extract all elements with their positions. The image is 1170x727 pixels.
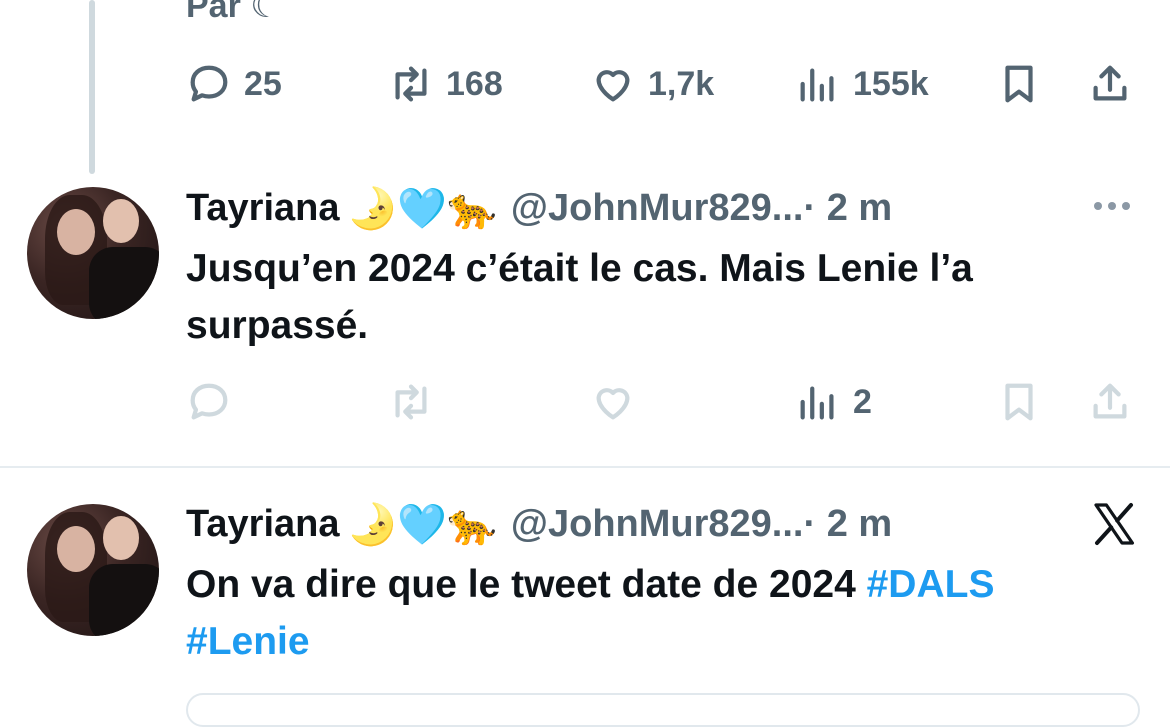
avatar[interactable] bbox=[27, 504, 159, 636]
blue-heart-emoji-icon: 🩵 bbox=[397, 185, 448, 232]
author-emojis: 🌛🩵🐆 bbox=[347, 501, 496, 548]
moon-emoji-icon: 🌛 bbox=[347, 185, 398, 232]
leopard-emoji-icon: 🐆 bbox=[447, 501, 497, 548]
views-button[interactable]: 155k bbox=[795, 59, 929, 109]
share-button[interactable] bbox=[1087, 59, 1133, 109]
leopard-emoji-icon: 🐆 bbox=[447, 185, 497, 232]
avatar[interactable] bbox=[27, 187, 159, 319]
views-count: 155k bbox=[853, 64, 929, 103]
retweet-button[interactable] bbox=[388, 377, 434, 427]
bookmark-button[interactable] bbox=[996, 59, 1042, 109]
author-name[interactable]: Tayriana bbox=[186, 187, 339, 230]
x-logo-icon bbox=[1094, 503, 1134, 545]
share-icon bbox=[1093, 65, 1127, 101]
tweet-timestamp[interactable]: · 2 m bbox=[803, 187, 892, 230]
moon-emoji-icon: 🌛 bbox=[347, 501, 398, 548]
retweet-count: 168 bbox=[446, 64, 503, 103]
share-button[interactable] bbox=[1087, 377, 1133, 427]
embedded-media-card[interactable] bbox=[186, 693, 1140, 727]
retweet-icon bbox=[395, 66, 427, 102]
views-count: 2 bbox=[853, 382, 872, 421]
views-chart-icon bbox=[800, 68, 834, 102]
reply-tweet-action-bar: 2 bbox=[0, 377, 1170, 427]
like-button[interactable]: 1,7k bbox=[590, 59, 714, 109]
more-options-icon[interactable] bbox=[1094, 202, 1130, 210]
bookmark-button[interactable] bbox=[996, 377, 1042, 427]
reply-button[interactable]: 25 bbox=[186, 59, 282, 109]
reply-tweet-text: Jusqu’en 2024 c’était le cas. Mais Lenie… bbox=[186, 247, 973, 347]
tweet-divider bbox=[0, 466, 1170, 468]
views-button[interactable]: 2 bbox=[795, 377, 872, 427]
reply-count: 25 bbox=[244, 64, 282, 103]
reply-icon bbox=[190, 383, 228, 420]
like-button[interactable] bbox=[590, 377, 636, 427]
retweet-icon bbox=[395, 384, 427, 420]
previous-tweet-text: Par ☾ bbox=[186, 0, 281, 25]
reply-tweet-header: Tayriana 🌛🩵🐆 @JohnMur829... · 2 m bbox=[186, 183, 892, 233]
hashtag-link[interactable]: #DALS bbox=[867, 563, 995, 606]
author-name[interactable]: Tayriana bbox=[186, 503, 339, 546]
previous-tweet-action-bar: 25 168 1,7k 155k bbox=[0, 59, 1170, 109]
quote-tweet-plain-text: On va dire que le tweet date de 2024 bbox=[186, 563, 867, 606]
reply-icon bbox=[190, 65, 228, 102]
quote-tweet-text: On va dire que le tweet date de 2024 #DA… bbox=[186, 556, 1146, 670]
bookmark-icon bbox=[1005, 65, 1033, 103]
bookmark-icon bbox=[1005, 383, 1033, 421]
quote-tweet-header: Tayriana 🌛🩵🐆 @JohnMur829... · 2 m bbox=[186, 499, 892, 549]
blue-heart-emoji-icon: 🩵 bbox=[397, 501, 448, 548]
reply-button[interactable] bbox=[186, 377, 232, 427]
heart-icon bbox=[596, 388, 630, 420]
retweet-button[interactable]: 168 bbox=[388, 59, 503, 109]
tweet-timestamp[interactable]: · 2 m bbox=[803, 503, 892, 546]
author-emojis: 🌛🩵🐆 bbox=[347, 185, 496, 232]
hashtag-link[interactable]: #Lenie bbox=[186, 620, 310, 663]
like-count: 1,7k bbox=[648, 64, 715, 103]
views-chart-icon bbox=[800, 386, 834, 420]
share-icon bbox=[1093, 383, 1127, 419]
heart-icon bbox=[596, 70, 630, 102]
author-handle[interactable]: @JohnMur829... bbox=[511, 187, 804, 230]
author-handle[interactable]: @JohnMur829... bbox=[511, 503, 804, 546]
